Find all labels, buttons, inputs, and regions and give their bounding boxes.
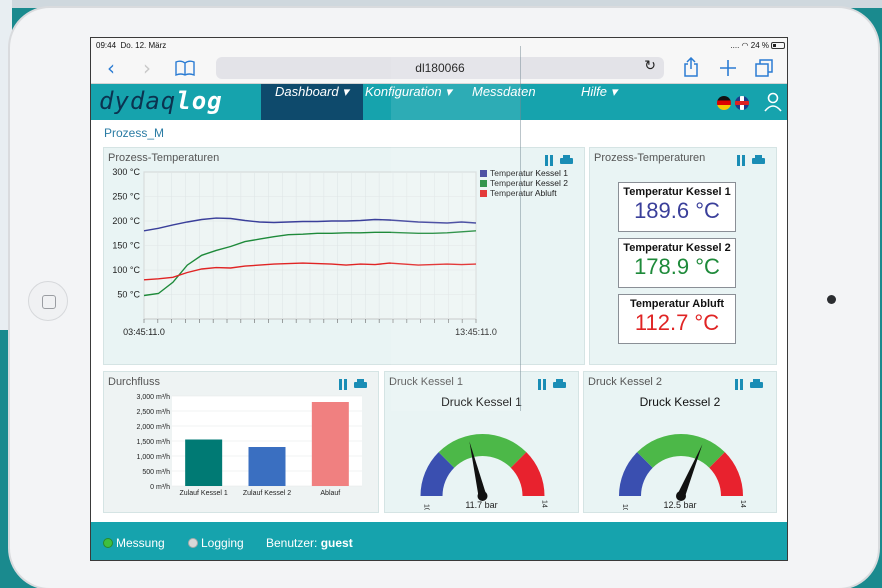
temperature-values-panel: Prozess-Temperaturen Temperatur Kessel 1… (589, 147, 777, 365)
tile-value: 112.7 °C (634, 310, 720, 335)
print-icon[interactable] (354, 379, 367, 390)
tile-kessel-2: Temperatur Kessel 2 178.9 °C (618, 238, 736, 288)
tile-abluft: Temperatur Abluft 112.7 °C (618, 294, 736, 344)
tile-value: 189.6 °C (634, 198, 720, 223)
grey-dot-icon (188, 538, 198, 548)
y-tick-label: 0 m³/h (150, 484, 170, 491)
pressure-gauge-1: 1014 (420, 434, 548, 510)
tile-label: Temperatur Kessel 2 (623, 242, 731, 254)
bar (311, 402, 349, 486)
tile-kessel-1: Temperatur Kessel 1 189.6 °C (618, 182, 736, 232)
panel-title: Prozess-Temperaturen (108, 152, 220, 164)
panel-title: Prozess-Temperaturen (594, 152, 706, 164)
share-icon[interactable] (683, 57, 699, 77)
x-tick-label: Zulauf Kessel 2 (243, 490, 291, 497)
y-tick-label: 3,000 m³/h (137, 394, 171, 401)
y-tick-label: 1,000 m³/h (137, 454, 171, 461)
y-tick-label: 50 °C (117, 290, 140, 300)
print-icon[interactable] (750, 379, 763, 390)
tablet-screen: 09:44 Do. 12. März .... ◠ 24 % ‹ › dl180… (90, 37, 788, 561)
tile-label: Temperatur Abluft (629, 298, 725, 310)
pressure-gauge-2-panel: Druck Kessel 2 Druck Kessel 2 10 14 12.5 … (583, 371, 777, 513)
tabs-icon[interactable] (755, 59, 773, 77)
user-status: Benutzer: guest (266, 536, 353, 550)
gauge-value: 12.5 bar (663, 500, 697, 510)
back-icon[interactable]: ‹ (107, 56, 115, 80)
y-tick-label: 1,500 m³/h (137, 439, 171, 446)
bar (248, 447, 286, 486)
gauge-band (637, 434, 725, 468)
logging-indicator[interactable]: Logging (188, 536, 244, 550)
y-tick-label: 100 °C (112, 265, 140, 275)
pause-icon[interactable] (338, 379, 348, 391)
print-icon[interactable] (560, 155, 573, 166)
battery-icon (771, 42, 785, 50)
breadcrumb[interactable]: Prozess_M (104, 126, 164, 140)
tile-value: 178.9 °C (634, 254, 720, 279)
nav-hilfe[interactable]: Hilfe ▾ (567, 84, 631, 120)
nav-dashboard[interactable]: Dashboard ▾ (261, 84, 363, 120)
bookmarks-icon[interactable] (175, 60, 195, 76)
green-dot-icon (103, 538, 113, 548)
pause-icon[interactable] (736, 155, 746, 167)
uk-flag-icon[interactable] (735, 96, 749, 110)
wifi-icon: ◠ (741, 41, 749, 50)
tile-label: Temperatur Kessel 1 (623, 186, 731, 198)
y-tick-label: 250 °C (112, 192, 140, 202)
gauge-band (438, 434, 527, 468)
german-flag-icon[interactable] (717, 96, 731, 110)
pause-icon[interactable] (734, 379, 744, 391)
x-tick-label: Zulauf Kessel 1 (180, 490, 228, 497)
overlay-window-edge (520, 46, 521, 411)
y-tick-label: 150 °C (112, 241, 140, 251)
pause-icon[interactable] (544, 155, 554, 167)
gauge-value: 11.7 bar (465, 500, 498, 510)
pressure-gauge-2: 1014 (619, 434, 746, 510)
y-tick-label: 2,000 m³/h (137, 424, 171, 431)
print-icon[interactable] (752, 155, 765, 166)
battery-percent: 24 % (750, 41, 769, 50)
bar (185, 439, 223, 486)
status-footer: Messung Logging Benutzer: guest (91, 522, 787, 560)
status-time: 09:44 (96, 41, 117, 50)
forward-icon[interactable]: › (143, 56, 151, 80)
app-logo[interactable]: dydaqlog (99, 87, 223, 115)
reload-icon[interactable]: ↻ (644, 58, 656, 74)
pause-icon[interactable] (537, 379, 547, 391)
camera (827, 295, 836, 304)
user-icon[interactable] (763, 92, 783, 112)
overlay-window (391, 46, 520, 411)
y-tick-label: 500 m³/h (142, 469, 170, 476)
x-tick-label: Ablauf (320, 490, 340, 497)
gauge-title: Druck Kessel 2 (639, 395, 721, 409)
y-tick-label: 200 °C (112, 216, 140, 226)
new-tab-icon[interactable] (719, 59, 737, 77)
x-tick-label: 03:45:11.0 (123, 327, 165, 337)
flow-bar-chart: 3,000 m³/h 2,500 m³/h 2,000 m³/h 1,500 m³/h… (137, 394, 362, 497)
flow-chart-panel: Durchfluss 3,000 m³/h 2,500 m³/h 2,000 m³/… (103, 371, 379, 513)
status-date: Do. 12. März (120, 41, 167, 50)
panel-title: Durchfluss (108, 376, 160, 388)
y-tick-label: 2,500 m³/h (137, 409, 171, 416)
panel-title: Druck Kessel 2 (588, 376, 662, 388)
signal-indicator: .... (730, 41, 740, 50)
print-icon[interactable] (553, 379, 566, 390)
home-button[interactable] (28, 281, 68, 321)
messung-indicator[interactable]: Messung (103, 536, 165, 550)
y-tick-label: 300 °C (112, 167, 140, 177)
